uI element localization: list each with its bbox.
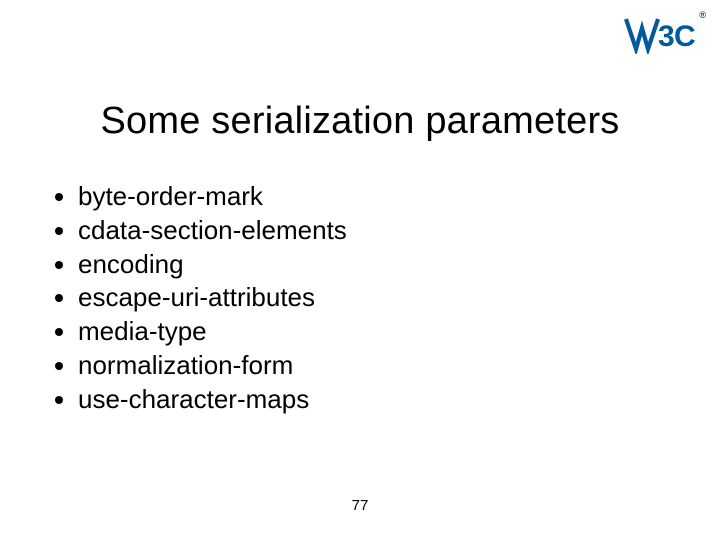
svg-text:3: 3 — [658, 20, 675, 53]
w3c-logo: 3 C — [624, 14, 696, 54]
registered-mark: ® — [699, 10, 706, 20]
slide: 3 C ® Some serialization parameters byte… — [0, 0, 720, 540]
slide-body: byte-order-mark cdata-section-elements e… — [50, 180, 670, 417]
list-item: byte-order-mark — [78, 180, 670, 214]
list-item: escape-uri-attributes — [78, 281, 670, 315]
list-item: use-character-maps — [78, 383, 670, 417]
bullet-list: byte-order-mark cdata-section-elements e… — [50, 180, 670, 417]
list-item: normalization-form — [78, 349, 670, 383]
page-number: 77 — [0, 497, 720, 514]
slide-title: Some serialization parameters — [0, 100, 720, 143]
list-item: encoding — [78, 248, 670, 282]
svg-text:C: C — [674, 20, 696, 53]
list-item: cdata-section-elements — [78, 214, 670, 248]
list-item: media-type — [78, 315, 670, 349]
